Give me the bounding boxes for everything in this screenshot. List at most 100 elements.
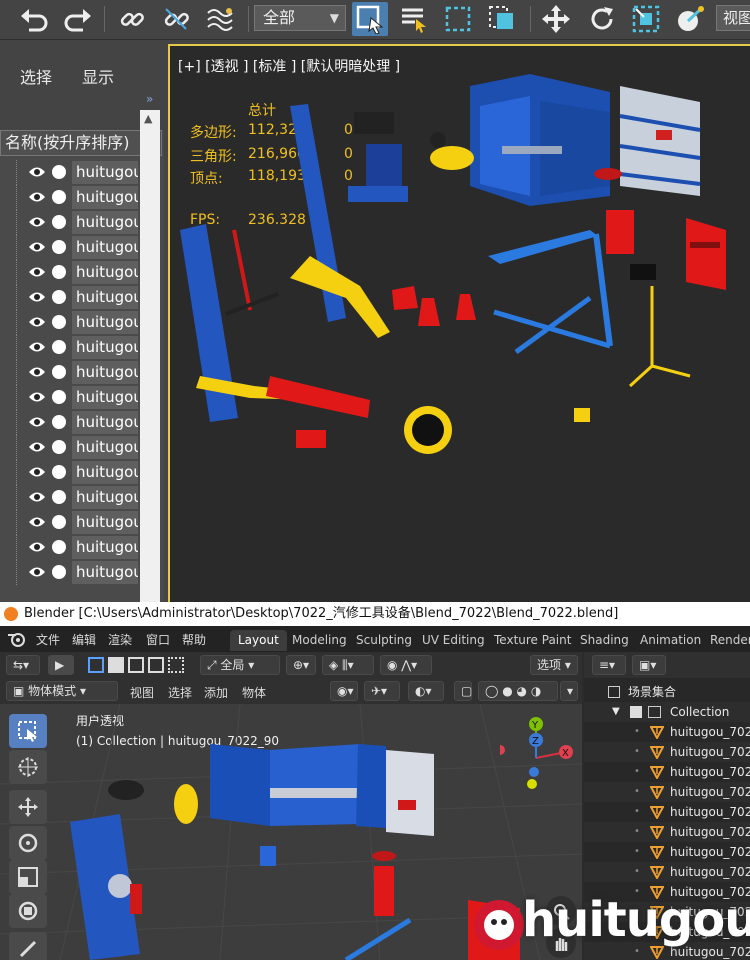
- menu-select[interactable]: 选择: [168, 684, 192, 701]
- select-by-name-icon[interactable]: [396, 2, 432, 36]
- explorer-scrollbar[interactable]: ▲: [140, 110, 160, 650]
- freeze-toggle-icon[interactable]: [52, 540, 66, 554]
- explorer-object-row[interactable]: huitugou: [0, 260, 140, 285]
- freeze-toggle-icon[interactable]: [52, 515, 66, 529]
- eye-icon[interactable]: [28, 266, 46, 278]
- rectangular-selection-icon[interactable]: [440, 2, 476, 36]
- scale-tool-icon[interactable]: [9, 860, 47, 894]
- object-name[interactable]: huitugou: [72, 536, 138, 559]
- explorer-object-row[interactable]: huitugou: [0, 160, 140, 185]
- object-name[interactable]: huitugou: [72, 236, 138, 259]
- eye-icon[interactable]: [28, 441, 46, 453]
- eye-icon[interactable]: [28, 566, 46, 578]
- eye-icon[interactable]: [28, 216, 46, 228]
- eye-icon[interactable]: [28, 416, 46, 428]
- xray-toggle-icon[interactable]: ▢: [454, 681, 472, 701]
- filter-dropdown[interactable]: ▣▾: [632, 655, 666, 675]
- cursor-tool-icon[interactable]: [9, 750, 47, 784]
- unlink-icon[interactable]: [158, 2, 194, 36]
- bind-space-warp-icon[interactable]: [202, 2, 238, 36]
- move-tool-icon[interactable]: [9, 790, 47, 824]
- eye-icon[interactable]: [28, 191, 46, 203]
- max-perspective-viewport[interactable]: [+] [透视 ] [标准 ] [默认明暗处理 ] 总计 多边形: 112,32…: [168, 44, 750, 602]
- display-mode-dropdown[interactable]: ≡▾: [592, 655, 626, 675]
- select-tool-icon[interactable]: ▶: [48, 655, 74, 675]
- object-name[interactable]: huitugou: [72, 411, 138, 434]
- freeze-toggle-icon[interactable]: [52, 415, 66, 429]
- outliner-object-row[interactable]: • huitugou_7022_: [584, 782, 750, 802]
- object-name[interactable]: huitugou: [72, 186, 138, 209]
- freeze-toggle-icon[interactable]: [52, 240, 66, 254]
- explorer-object-row[interactable]: huitugou: [0, 285, 140, 310]
- menu-add[interactable]: 添加: [204, 684, 228, 701]
- outliner-object-row[interactable]: • huitugou_7022_: [584, 722, 750, 742]
- blender-menu-icon[interactable]: [8, 631, 26, 647]
- selection-mode-icons[interactable]: [88, 657, 184, 673]
- explorer-object-row[interactable]: huitugou: [0, 410, 140, 435]
- redo-icon[interactable]: [60, 2, 96, 36]
- view-reference-dropdown[interactable]: 视图: [716, 5, 750, 31]
- select-object-icon[interactable]: [352, 2, 388, 36]
- tab-rendering[interactable]: Renderi: [702, 630, 750, 651]
- explorer-object-row[interactable]: huitugou: [0, 210, 140, 235]
- navigation-gizmo[interactable]: Y Z X: [500, 714, 580, 804]
- link-icon[interactable]: [114, 2, 150, 36]
- shading-mode-icons[interactable]: ◯ ● ◕ ◑: [478, 681, 558, 701]
- scale-icon[interactable]: [628, 2, 664, 36]
- eye-icon[interactable]: [28, 491, 46, 503]
- freeze-toggle-icon[interactable]: [52, 190, 66, 204]
- freeze-toggle-icon[interactable]: [52, 315, 66, 329]
- collection-checkbox[interactable]: [630, 706, 642, 718]
- explorer-object-row[interactable]: huitugou: [0, 460, 140, 485]
- freeze-toggle-icon[interactable]: [52, 565, 66, 579]
- object-name[interactable]: huitugou: [72, 161, 138, 184]
- collection-row[interactable]: ▼ Collection: [584, 702, 750, 722]
- menu-file[interactable]: 文件: [36, 631, 60, 648]
- object-name[interactable]: huitugou: [72, 286, 138, 309]
- eye-icon[interactable]: [28, 391, 46, 403]
- object-name[interactable]: huitugou: [72, 511, 138, 534]
- menu-object[interactable]: 物体: [242, 684, 266, 701]
- transform-pivot-dropdown[interactable]: ⇆▾: [6, 655, 40, 675]
- options-dropdown[interactable]: 选项 ▾: [530, 655, 578, 675]
- freeze-toggle-icon[interactable]: [52, 340, 66, 354]
- tab-display[interactable]: 显示: [82, 64, 114, 88]
- object-name[interactable]: huitugou: [72, 486, 138, 509]
- object-name[interactable]: huitugou: [72, 436, 138, 459]
- selection-filter-dropdown[interactable]: 全部 ▼: [254, 5, 346, 31]
- explorer-object-row[interactable]: huitugou: [0, 360, 140, 385]
- eye-icon[interactable]: [28, 316, 46, 328]
- tab-layout[interactable]: Layout: [230, 630, 287, 651]
- freeze-toggle-icon[interactable]: [52, 290, 66, 304]
- object-name[interactable]: huitugou: [72, 211, 138, 234]
- annotate-tool-icon[interactable]: [9, 932, 47, 960]
- freeze-toggle-icon[interactable]: [52, 365, 66, 379]
- mode-dropdown[interactable]: ▣ 物体模式 ▾: [6, 681, 118, 701]
- explorer-object-row[interactable]: huitugou: [0, 185, 140, 210]
- snap-toggle-icon[interactable]: [672, 2, 708, 36]
- tab-uv-editing[interactable]: UV Editing: [414, 630, 493, 651]
- outliner-object-row[interactable]: • huitugou_7022_: [584, 862, 750, 882]
- freeze-toggle-icon[interactable]: [52, 215, 66, 229]
- eye-icon[interactable]: [28, 516, 46, 528]
- scene-collection-row[interactable]: 场景集合: [584, 682, 750, 702]
- overlay-toggle-icon[interactable]: ◐▾: [408, 681, 444, 701]
- menu-window[interactable]: 窗口: [146, 631, 170, 648]
- menu-view[interactable]: 视图: [130, 684, 154, 701]
- undo-icon[interactable]: [16, 2, 52, 36]
- name-column-header[interactable]: 名称(按升序排序): [0, 130, 162, 156]
- freeze-toggle-icon[interactable]: [52, 440, 66, 454]
- snapping-toggle[interactable]: ◈ ⫼▾: [322, 655, 374, 675]
- select-box-tool-icon[interactable]: [9, 714, 47, 748]
- window-crossing-icon[interactable]: [484, 2, 520, 36]
- transform-tool-icon[interactable]: [9, 894, 47, 928]
- eye-icon[interactable]: [28, 466, 46, 478]
- proportional-editing-toggle[interactable]: ◉ ⋀▾: [380, 655, 432, 675]
- menu-render[interactable]: 渲染: [108, 631, 132, 648]
- freeze-toggle-icon[interactable]: [52, 390, 66, 404]
- explorer-object-row[interactable]: huitugou: [0, 435, 140, 460]
- visibility-icon[interactable]: ◉▾: [330, 681, 358, 701]
- eye-icon[interactable]: [28, 341, 46, 353]
- pivot-point-dropdown[interactable]: ⊕▾: [286, 655, 316, 675]
- eye-icon[interactable]: [28, 541, 46, 553]
